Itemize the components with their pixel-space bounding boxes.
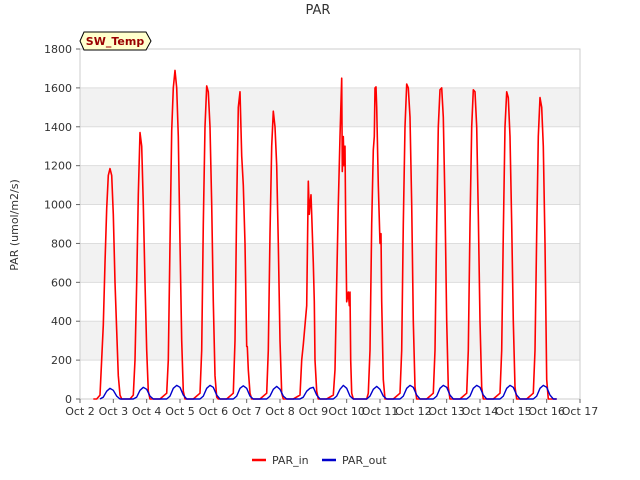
- background-band: [80, 321, 580, 361]
- x-tick-label: Oct 4: [132, 405, 162, 418]
- x-tick-label: Oct 3: [99, 405, 129, 418]
- y-tick-label: 1400: [44, 121, 72, 134]
- y-tick-label: 600: [51, 276, 72, 289]
- tag-label: SW_Temp: [86, 35, 145, 48]
- x-axis-ticks: Oct 2 Oct 3 Oct 4 Oct 5 Oct 6 Oct 7 Oct 8 Oct 9…: [65, 399, 598, 418]
- x-tick-label: Oct 16: [528, 405, 565, 418]
- background-band: [80, 282, 580, 322]
- x-tick-label: Oct 11: [362, 405, 399, 418]
- chart-title: PAR: [306, 3, 331, 18]
- x-tick-label: Oct 10: [328, 405, 365, 418]
- y-tick-label: 800: [51, 237, 72, 250]
- plot-background-bands: [80, 49, 580, 399]
- x-tick-label: Oct 15: [495, 405, 532, 418]
- legend-label: PAR_in: [272, 454, 309, 467]
- sw-temp-tag: SW_Temp: [79, 31, 152, 51]
- y-tick-label: 1800: [44, 43, 72, 56]
- x-tick-label: Oct 13: [428, 405, 465, 418]
- x-tick-label: Oct 5: [165, 405, 195, 418]
- background-band: [80, 243, 580, 283]
- y-axis-label: PAR (umol/m2/s): [8, 179, 21, 271]
- y-axis-ticks: 020040060080010001200140016001800: [44, 43, 80, 406]
- x-tick-label: Oct 6: [199, 405, 229, 418]
- x-tick-label: Oct 8: [265, 405, 295, 418]
- x-tick-label: Oct 7: [232, 405, 262, 418]
- y-tick-label: 1200: [44, 160, 72, 173]
- y-tick-label: 400: [51, 315, 72, 328]
- par-chart: PAR 020040060080010001200140016001800 Oc…: [8, 3, 598, 467]
- y-tick-label: 200: [51, 354, 72, 367]
- x-tick-label: Oct 17: [562, 405, 599, 418]
- x-tick-label: Oct 2: [65, 405, 95, 418]
- legend: PAR_in PAR_out: [252, 454, 387, 467]
- y-tick-label: 1600: [44, 82, 72, 95]
- x-tick-label: Oct 12: [395, 405, 432, 418]
- x-tick-label: Oct 9: [299, 405, 329, 418]
- x-tick-label: Oct 14: [462, 405, 499, 418]
- background-band: [80, 49, 580, 88]
- legend-label: PAR_out: [342, 454, 387, 467]
- background-band: [80, 204, 580, 244]
- y-tick-label: 1000: [44, 199, 72, 212]
